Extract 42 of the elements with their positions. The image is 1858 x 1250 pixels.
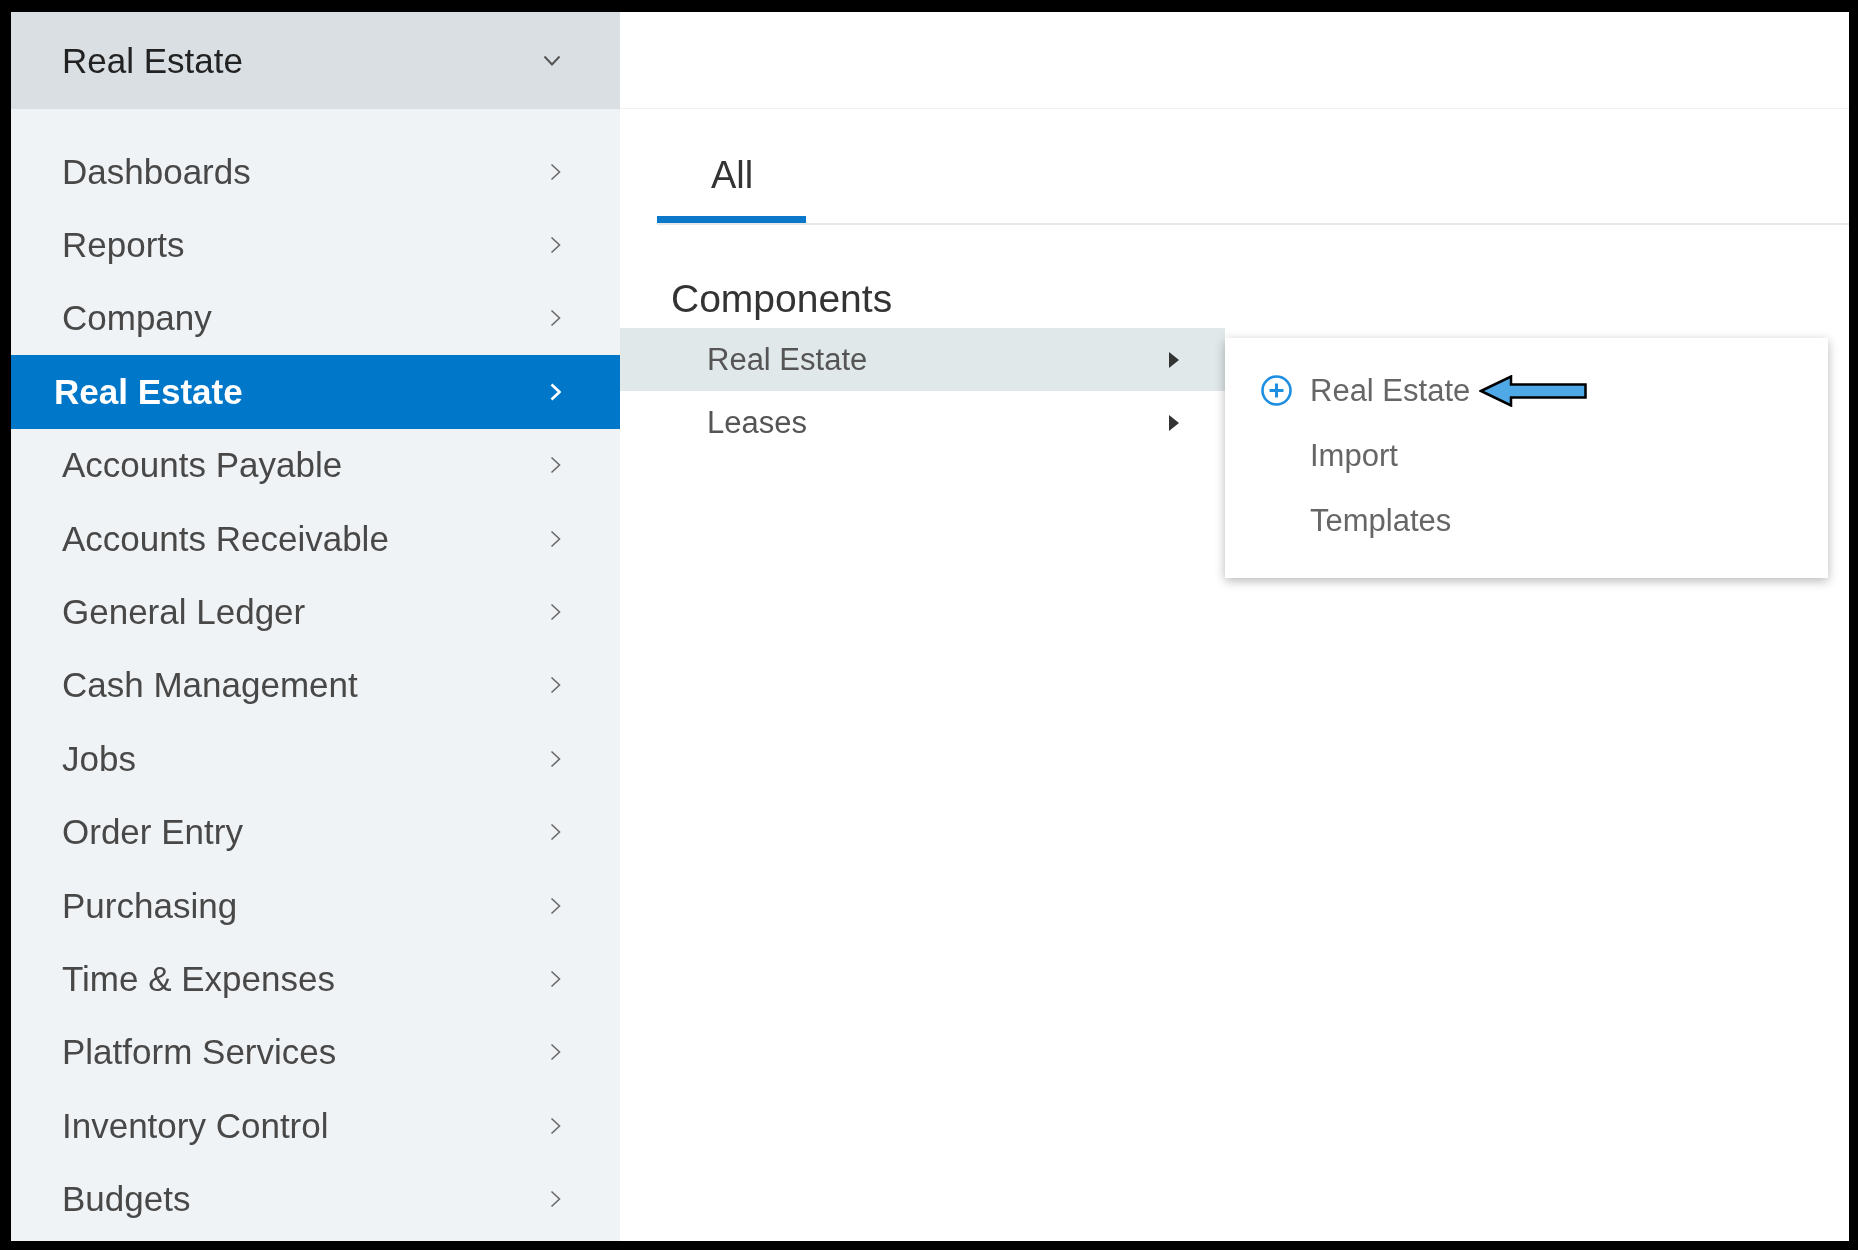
popup-item[interactable]: Templates [1310, 500, 1452, 541]
chevron-right-icon [550, 162, 561, 181]
chevron-right-icon [550, 676, 561, 695]
section-title: Components [671, 276, 893, 322]
sidebar-item[interactable]: Company [11, 281, 620, 356]
sidebar-item[interactable]: Time & Expenses [11, 942, 620, 1016]
sidebar-item[interactable]: Budgets [11, 1162, 620, 1236]
sidebar-item[interactable]: Jobs [11, 722, 620, 796]
sidebar-item[interactable]: Purchasing [11, 868, 620, 943]
popup-item[interactable]: Real Estate [1261, 370, 1471, 411]
chevron-right-icon [550, 1043, 561, 1062]
sidebar-item[interactable]: Order Entry [11, 795, 620, 869]
sidebar-item[interactable]: Accounts Receivable [11, 501, 620, 576]
chevron-right-icon [550, 309, 561, 328]
chevron-right-icon [550, 236, 561, 255]
sidebar-item[interactable]: Dashboards [11, 135, 620, 209]
sidebar-item[interactable]: Cash Management [11, 648, 620, 723]
chevron-right-icon [550, 823, 561, 842]
plus-circle-icon [1261, 375, 1292, 406]
chevron-right-icon [550, 1190, 561, 1209]
chevron-down-icon [543, 55, 561, 66]
sidebar-item[interactable]: Real Estate [11, 355, 620, 429]
chevron-right-icon [550, 970, 561, 988]
popup-item[interactable]: Import [1310, 435, 1398, 476]
chevron-right-icon [550, 896, 561, 915]
sidebar-item[interactable]: Reports [11, 208, 620, 282]
sidebar-item[interactable]: Inventory Control [11, 1089, 620, 1163]
menu-item[interactable]: Leases [620, 391, 1225, 454]
chevron-right-icon [550, 382, 561, 401]
tab[interactable]: All [657, 109, 807, 223]
menu-item[interactable]: Real Estate [620, 328, 1225, 391]
chevron-right-icon [550, 1116, 561, 1135]
chevron-right-icon [550, 603, 561, 622]
sidebar-item[interactable]: Platform Services [11, 1015, 620, 1090]
chevron-right-icon [550, 749, 561, 768]
module-picker[interactable]: Real Estate [11, 12, 620, 109]
sidebar-item[interactable]: Accounts Payable [11, 428, 620, 502]
caret-right-icon [1169, 351, 1179, 368]
chevron-right-icon [550, 529, 561, 548]
chevron-right-icon [550, 456, 561, 475]
caret-right-icon [1169, 414, 1179, 431]
sidebar-item[interactable]: General Ledger [11, 575, 620, 649]
